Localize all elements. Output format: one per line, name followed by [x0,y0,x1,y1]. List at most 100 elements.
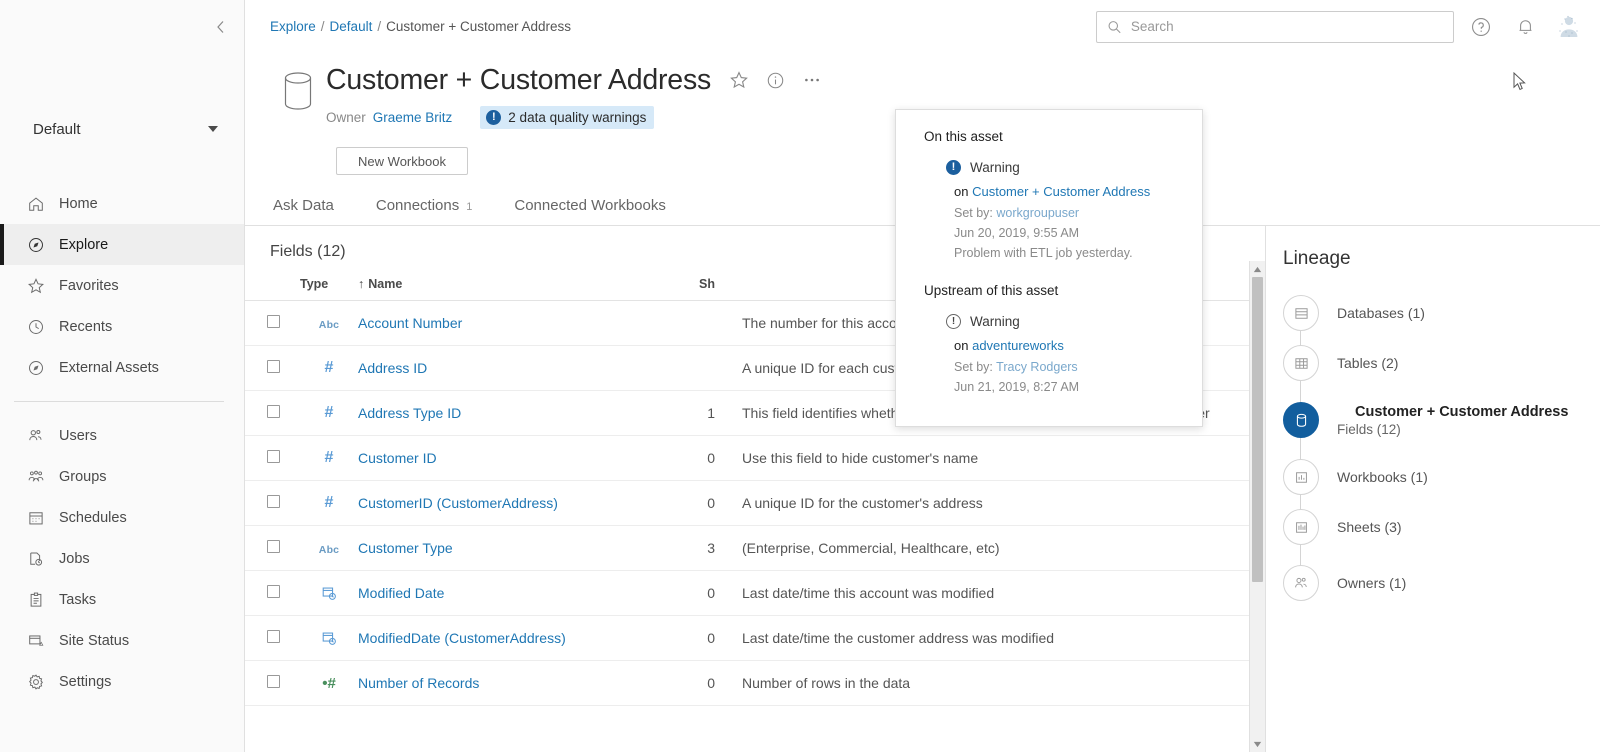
site-selector[interactable]: Default [0,112,244,146]
lineage-item-label: Customer + Customer Address [1355,403,1569,420]
sidebar-item-tasks[interactable]: Tasks [0,579,244,620]
search-box[interactable] [1096,10,1454,43]
tab-ask-data[interactable]: Ask Data [270,189,337,225]
sidebar-item-favorites[interactable]: Favorites [0,265,244,306]
breadcrumb-separator: / [320,19,325,34]
new-workbook-button[interactable]: New Workbook [336,147,468,175]
table-row[interactable]: •# Number of Records 0 Number of rows in… [245,660,1265,706]
scrollbar-thumb[interactable] [1252,277,1263,582]
field-name-cell: Account Number [358,300,673,346]
lineage-item-databases[interactable]: Databases (1) [1283,288,1600,338]
more-actions-button[interactable] [802,70,822,90]
breadcrumb-default[interactable]: Default [330,19,373,34]
field-name-link[interactable]: Modified Date [358,585,444,601]
data-quality-warning-badge[interactable]: ! 2 data quality warnings [480,106,655,129]
home-icon [26,194,46,214]
row-checkbox[interactable] [267,450,280,463]
breadcrumb: Explore / Default / Customer + Customer Addr… [270,19,571,34]
field-shown-count [673,345,715,391]
sidebar-item-explore[interactable]: Explore [0,224,244,265]
sidebar-item-external-assets[interactable]: External Assets [0,347,244,388]
sidebar-item-label: Settings [59,673,112,690]
field-name-link[interactable]: Account Number [358,315,462,331]
field-type-cell: # [300,480,358,526]
popup-set-by-user[interactable]: Tracy Rodgers [996,360,1078,374]
column-header-shown[interactable]: Sh [673,261,715,301]
tab-label: Ask Data [273,197,334,214]
sidebar-divider [14,401,224,402]
sidebar-item-groups[interactable]: Groups [0,456,244,497]
row-checkbox[interactable] [267,540,280,553]
row-checkbox[interactable] [267,315,280,328]
sidebar-item-home[interactable]: Home [0,183,244,224]
column-header-name[interactable]: ↑ Name [358,261,673,301]
search-input[interactable] [1130,19,1443,34]
type-number-icon: # [324,359,334,376]
table-row[interactable]: Abc Customer Type 3 (Enterprise, Commerc… [245,525,1265,571]
lineage-item-label: Tables (2) [1337,355,1399,371]
notifications-button[interactable] [1508,10,1542,44]
row-checkbox[interactable] [267,630,280,643]
popup-on-prefix: on [954,338,969,353]
row-checkbox[interactable] [267,675,280,688]
site-name: Default [33,120,81,138]
lineage-item-tables[interactable]: Tables (2) [1283,338,1600,388]
sidebar-item-label: External Assets [59,359,159,376]
sidebar-item-jobs[interactable]: Jobs [0,538,244,579]
field-name-link[interactable]: Number of Records [358,675,479,691]
popup-warning-target-link[interactable]: adventureworks [972,338,1064,353]
favorite-button[interactable] [729,70,749,90]
groups-icon [26,467,46,487]
field-description: A unique ID for the customer's address [715,480,1265,526]
tab-connected-workbooks[interactable]: Connected Workbooks [511,189,668,225]
app-root: Default Home Explore Favorites Recents E… [0,0,1600,752]
scroll-down-arrow-icon[interactable] [1250,736,1266,752]
field-name-link[interactable]: Customer Type [358,540,453,556]
popup-timestamp: Jun 21, 2019, 8:27 AM [954,380,1080,394]
table-row[interactable]: Modified Date 0 Last date/time this acco… [245,570,1265,616]
popup-warning-target-link[interactable]: Customer + Customer Address [972,184,1150,199]
sidebar-item-label: Jobs [59,550,90,567]
lineage-item-current-asset[interactable]: Customer + Customer Address Fields (12) [1283,388,1600,452]
table-row[interactable]: ModifiedDate (CustomerAddress) 0 Last da… [245,615,1265,661]
popup-set-by-user[interactable]: workgroupuser [996,206,1079,220]
sidebar-item-schedules[interactable]: Schedules [0,497,244,538]
sidebar-item-settings[interactable]: Settings [0,661,244,702]
row-checkbox[interactable] [267,495,280,508]
sidebar-item-users[interactable]: Users [0,415,244,456]
field-name-link[interactable]: ModifiedDate (CustomerAddress) [358,630,566,646]
sidebar-item-site-status[interactable]: Site Status [0,620,244,661]
popup-warning-target-line: on adventureworks [954,338,1180,353]
table-row[interactable]: # CustomerID (CustomerAddress) 0 A uniqu… [245,480,1265,526]
row-checkbox[interactable] [267,360,280,373]
lineage-item-label: Workbooks (1) [1337,469,1428,485]
sidebar: Default Home Explore Favorites Recents E… [0,0,245,752]
sidebar-collapse-button[interactable] [206,12,236,42]
table-row[interactable]: # Customer ID 0 Use this field to hide c… [245,435,1265,481]
topbar-actions [1096,10,1584,44]
help-button[interactable] [1464,10,1498,44]
row-checkbox[interactable] [267,585,280,598]
lineage-item-sheets[interactable]: Sheets (3) [1283,502,1600,552]
tab-connections[interactable]: Connections 1 [373,189,476,225]
chevron-left-icon [217,21,224,33]
field-name-link[interactable]: CustomerID (CustomerAddress) [358,495,558,511]
field-name-link[interactable]: Address Type ID [358,405,461,421]
field-name-link[interactable]: Address ID [358,360,427,376]
fields-scrollbar[interactable] [1249,261,1265,752]
lineage-item-owners[interactable]: Owners (1) [1283,558,1600,608]
sidebar-item-label: Groups [59,468,107,485]
popup-section-upstream: Upstream of this asset [924,283,1059,298]
field-type-cell: # [300,435,358,481]
column-header-type[interactable]: Type [300,261,358,301]
scroll-up-arrow-icon[interactable] [1250,261,1266,277]
field-name-link[interactable]: Customer ID [358,450,437,466]
lineage-item-workbooks[interactable]: Workbooks (1) [1283,452,1600,502]
owner-name-link[interactable]: Graeme Britz [373,110,453,125]
info-button[interactable] [766,71,785,90]
row-checkbox[interactable] [267,405,280,418]
scrollbar-track[interactable] [1250,277,1265,736]
breadcrumb-explore[interactable]: Explore [270,19,316,34]
sidebar-item-recents[interactable]: Recents [0,306,244,347]
avatar[interactable] [1554,11,1584,42]
